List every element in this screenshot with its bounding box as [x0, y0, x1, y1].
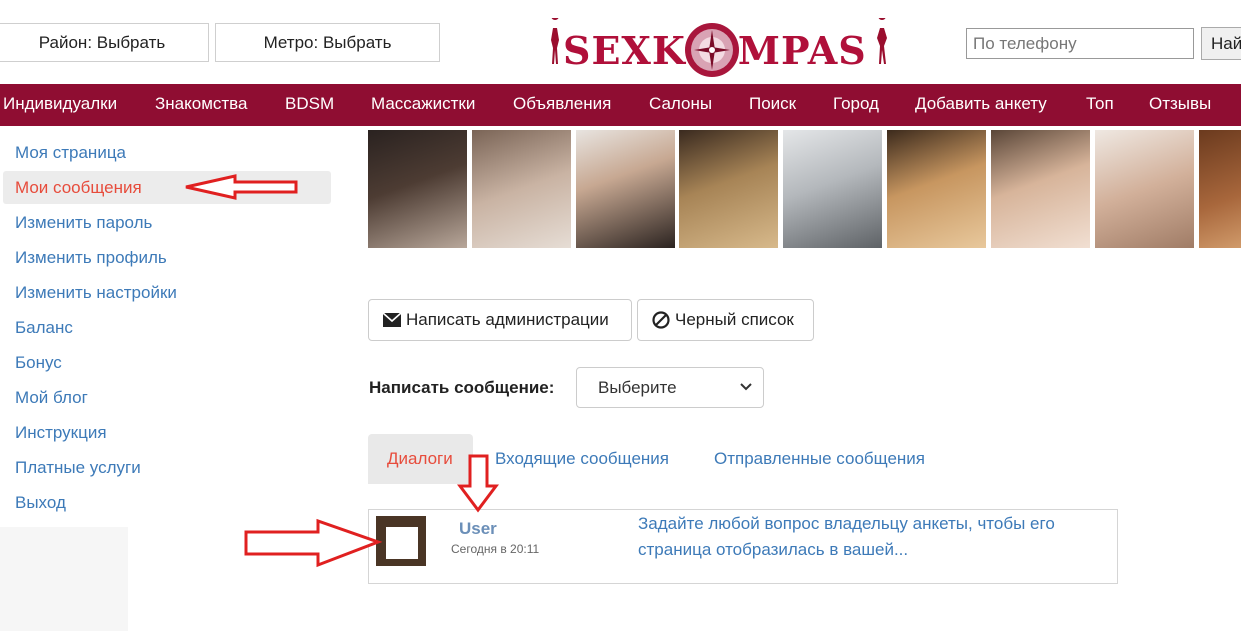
- site-logo[interactable]: SEXK MPAS: [545, 4, 895, 84]
- sidebar-item-balance[interactable]: Баланс: [15, 318, 73, 338]
- arrow-right-icon: [244, 518, 383, 568]
- sidebar-item-change-password[interactable]: Изменить пароль: [15, 213, 152, 233]
- profile-thumbnail[interactable]: [783, 130, 882, 248]
- sidebar-item-paid-services[interactable]: Платные услуги: [15, 458, 141, 478]
- tab-dialogs[interactable]: Диалоги: [387, 449, 453, 469]
- sidebar-item-bonus[interactable]: Бонус: [15, 353, 62, 373]
- sidebar-item-change-profile[interactable]: Изменить профиль: [15, 248, 167, 268]
- blacklist-button[interactable]: Черный список: [637, 299, 814, 341]
- recipient-select-value: Выберите: [598, 377, 677, 397]
- nav-item-salons[interactable]: Салоны: [649, 94, 712, 114]
- write-message-label: Написать сообщение:: [369, 378, 555, 397]
- sidebar-item-change-settings[interactable]: Изменить настройки: [15, 283, 177, 303]
- profile-thumbnail[interactable]: [576, 130, 675, 248]
- page: Район: Выбрать Метро: Выбрать SEXK MPAS …: [0, 0, 1241, 631]
- avatar[interactable]: [376, 516, 426, 566]
- nav-item-dating[interactable]: Знакомства: [155, 94, 247, 114]
- nav-item-massage[interactable]: Массажистки: [371, 94, 475, 114]
- logo-text: SEXK MPAS: [563, 18, 867, 82]
- sidebar-item-logout[interactable]: Выход: [15, 493, 66, 513]
- main-nav: Индивидуалки Знакомства BDSM Массажистки…: [0, 84, 1241, 126]
- sidebar-item-my-page[interactable]: Моя страница: [15, 143, 126, 163]
- nav-item-individuals[interactable]: Индивидуалки: [3, 94, 117, 114]
- dialog-preview-link[interactable]: Задайте любой вопрос владельцу анкеты, ч…: [638, 511, 1108, 563]
- phone-search-input[interactable]: [966, 28, 1194, 59]
- profile-thumbnail[interactable]: [472, 130, 571, 248]
- silhouette-left-icon: [551, 18, 559, 64]
- profile-thumbnail[interactable]: [1095, 130, 1194, 248]
- compass-icon: [684, 23, 739, 77]
- chevron-down-icon: [740, 383, 752, 391]
- metro-button[interactable]: Метро: Выбрать: [215, 23, 440, 62]
- write-admin-button[interactable]: Написать администрации: [368, 299, 632, 341]
- nav-item-top[interactable]: Топ: [1086, 94, 1114, 114]
- write-admin-label: Написать администрации: [406, 310, 609, 329]
- tab-sent[interactable]: Отправленные сообщения: [714, 449, 925, 469]
- dialog-timestamp: Сегодня в 20:11: [451, 542, 540, 556]
- ban-icon: [652, 311, 670, 329]
- profile-thumbnail[interactable]: [887, 130, 986, 248]
- sidebar-item-my-blog[interactable]: Мой блог: [15, 388, 88, 408]
- profile-thumbnail[interactable]: [679, 130, 778, 248]
- profile-thumbnail[interactable]: [1199, 130, 1241, 248]
- find-button[interactable]: Най: [1201, 27, 1241, 60]
- tab-inbox[interactable]: Входящие сообщения: [495, 449, 669, 469]
- nav-item-search[interactable]: Поиск: [749, 94, 796, 114]
- sidebar-item-my-messages[interactable]: Мои сообщения: [15, 178, 142, 198]
- silhouette-right-icon: [877, 18, 887, 64]
- dialog-username[interactable]: User: [459, 519, 497, 539]
- sidebar-item-instruction[interactable]: Инструкция: [15, 423, 107, 443]
- nav-item-ads[interactable]: Объявления: [513, 94, 611, 114]
- district-button[interactable]: Район: Выбрать: [0, 23, 209, 62]
- nav-item-add-profile[interactable]: Добавить анкету: [915, 94, 1047, 114]
- avatar-placeholder: [386, 527, 418, 559]
- nav-item-bdsm[interactable]: BDSM: [285, 94, 334, 114]
- envelope-icon: [383, 313, 401, 327]
- profile-thumbnail[interactable]: [991, 130, 1090, 248]
- nav-item-reviews[interactable]: Отзывы: [1149, 94, 1211, 114]
- sidebar-banner-placeholder: [0, 527, 128, 631]
- nav-item-city[interactable]: Город: [833, 94, 879, 114]
- dialog-row[interactable]: User Сегодня в 20:11 Задайте любой вопро…: [368, 509, 1118, 584]
- profile-thumbnail[interactable]: [368, 130, 467, 248]
- blacklist-label: Черный список: [675, 310, 794, 329]
- recipient-select[interactable]: Выберите: [576, 367, 764, 408]
